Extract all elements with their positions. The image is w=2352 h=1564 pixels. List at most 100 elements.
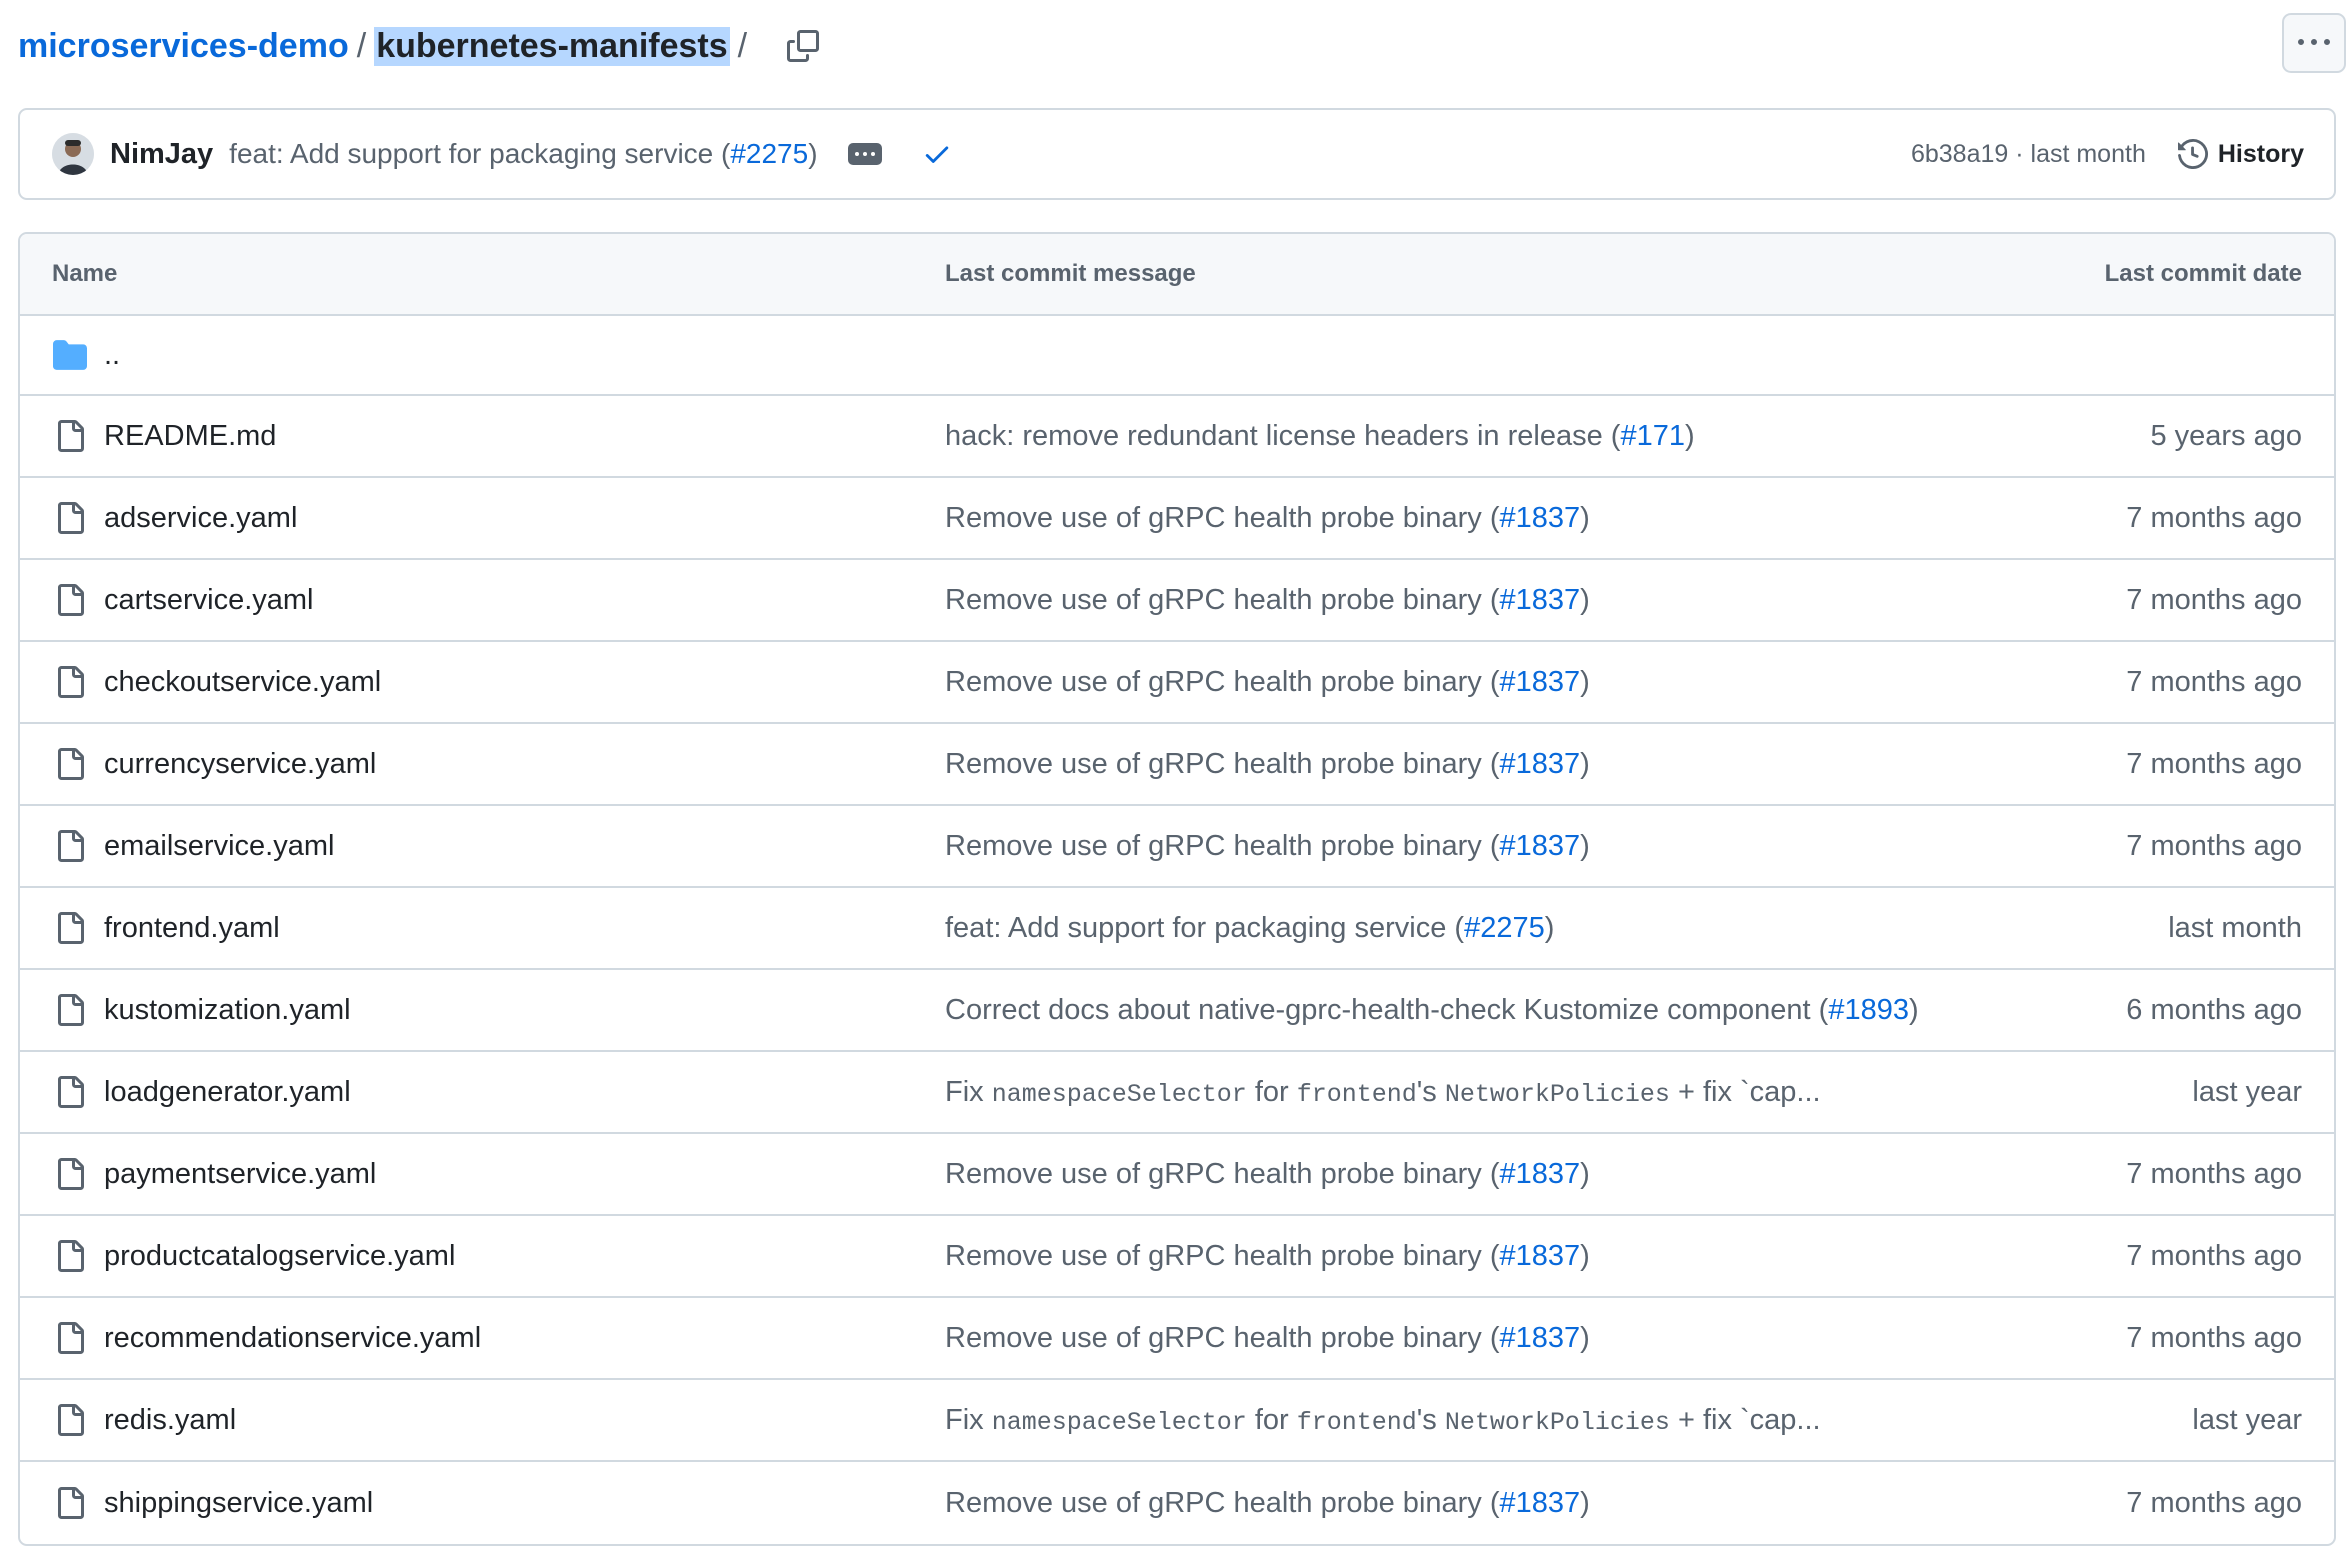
commit-pr-link[interactable]: #1837 [1500,830,1581,862]
header-last-commit-date: Last commit date [2104,260,2302,287]
table-row[interactable]: redis.yaml Fix namespaceSelector for fro… [20,1380,2334,1462]
commit-pr-link[interactable]: #1837 [1500,502,1581,534]
commit-message-text: Fix [945,1403,992,1436]
commit-message-link[interactable]: Remove use of gRPC health probe binary (… [945,1158,2034,1191]
commit-date: 7 months ago [2126,1321,2302,1354]
file-name-link[interactable]: currencyservice.yaml [104,748,376,781]
file-name-link[interactable]: checkoutservice.yaml [104,666,381,699]
commit-status-check[interactable] [922,139,952,169]
table-row[interactable]: adservice.yaml Remove use of gRPC health… [20,478,2334,560]
file-name-link[interactable]: recommendationservice.yaml [104,1322,481,1355]
file-name-link[interactable]: emailservice.yaml [104,830,334,863]
table-header: Name Last commit message Last commit dat… [20,234,2334,316]
commit-pr-link[interactable]: #1837 [1500,1322,1581,1354]
file-icon [52,746,88,782]
commit-message-link[interactable]: Remove use of gRPC health probe binary (… [945,1322,2034,1355]
commit-pr-link[interactable]: #2275 [1464,912,1545,944]
check-icon [925,146,948,163]
commit-pr-link[interactable]: #1837 [1500,666,1581,698]
table-row[interactable]: recommendationservice.yaml Remove use of… [20,1298,2334,1380]
commit-author[interactable]: NimJay [110,138,213,171]
expand-commit-message-button[interactable] [847,143,882,165]
commit-pr-link[interactable]: #171 [1620,420,1685,452]
commit-message-suffix: ) [1580,665,1590,698]
file-name-link[interactable]: README.md [104,420,276,453]
file-table: Name Last commit message Last commit dat… [18,232,2336,1546]
commit-sha-and-time[interactable]: 6b38a19 · last month [1911,140,2146,169]
more-options-button[interactable] [2282,13,2346,73]
commit-message-link[interactable]: Remove use of gRPC health probe binary (… [945,584,2034,617]
file-name-link[interactable]: frontend.yaml [104,912,280,945]
commit-date: 7 months ago [2126,1486,2302,1519]
commit-message-text: Correct docs about native-gprc-health-ch… [945,993,1829,1026]
commit-message-link[interactable]: Remove use of gRPC health probe binary (… [945,1487,2034,1520]
history-button[interactable]: History [2177,139,2304,169]
commit-message-text: + fix `cap... [1669,1403,1821,1436]
commit-message-link[interactable]: Fix namespaceSelector for frontend's Net… [945,1076,2034,1109]
breadcrumb-current-folder: kubernetes-manifests [374,26,730,66]
commit-message-link[interactable]: Correct docs about native-gprc-health-ch… [945,994,2034,1027]
commit-pr-link[interactable]: #1837 [1500,748,1581,780]
commit-pr-link[interactable]: #1837 [1500,1487,1581,1519]
table-row[interactable]: frontend.yaml feat: Add support for pack… [20,888,2334,970]
commit-pr-link[interactable]: #1893 [1828,994,1909,1026]
latest-commit-pr-link[interactable]: #2275 [730,138,808,169]
commit-message-text: 's [1416,1075,1445,1108]
history-clock-icon [2177,139,2208,169]
commit-message-link[interactable]: Remove use of gRPC health probe binary (… [945,666,2034,699]
commit-pr-link[interactable]: #1837 [1500,1240,1581,1272]
table-row[interactable]: kustomization.yaml Correct docs about na… [20,970,2334,1052]
parent-directory-row[interactable]: .. [20,316,2334,396]
commit-message-text: Remove use of gRPC health probe binary ( [945,501,1500,534]
file-name-link[interactable]: loadgenerator.yaml [104,1076,351,1109]
file-name-cell: frontend.yaml [20,910,945,946]
table-row[interactable]: productcatalogservice.yaml Remove use of… [20,1216,2334,1298]
file-icon [52,500,88,536]
table-row[interactable]: README.md hack: remove redundant license… [20,396,2334,478]
commit-meta: 6b38a19 · last month History [1911,139,2304,169]
table-row[interactable]: loadgenerator.yaml Fix namespaceSelector… [20,1052,2334,1134]
commit-date: 7 months ago [2126,501,2302,534]
file-name-link[interactable]: paymentservice.yaml [104,1158,376,1191]
table-row[interactable]: emailservice.yaml Remove use of gRPC hea… [20,806,2334,888]
file-icon [52,1402,88,1438]
commit-message-link[interactable]: feat: Add support for packaging service … [945,912,2034,945]
author-avatar[interactable] [52,133,94,175]
header-name: Name [52,260,118,287]
commit-message-code: NetworkPolicies [1444,1407,1670,1437]
table-row[interactable]: cartservice.yaml Remove use of gRPC heal… [20,560,2334,642]
latest-commit-message[interactable]: feat: Add support for packaging service … [229,138,817,170]
table-row[interactable]: checkoutservice.yaml Remove use of gRPC … [20,642,2334,724]
file-icon [52,582,88,618]
breadcrumb-repo-link[interactable]: microservices-demo [18,27,349,66]
table-row[interactable]: paymentservice.yaml Remove use of gRPC h… [20,1134,2334,1216]
file-name-link[interactable]: shippingservice.yaml [104,1487,373,1520]
commit-pr-link[interactable]: #1837 [1500,1158,1581,1190]
file-name-cell: loadgenerator.yaml [20,1074,945,1110]
latest-commit-message-suffix: ) [808,138,818,169]
copy-path-button[interactable] [781,24,825,68]
commit-message-link[interactable]: Remove use of gRPC health probe binary (… [945,830,2034,863]
commit-message-link[interactable]: Remove use of gRPC health probe binary (… [945,502,2034,535]
commit-message-text: Remove use of gRPC health probe binary ( [945,747,1500,780]
file-name-link[interactable]: cartservice.yaml [104,584,314,617]
commit-message-link[interactable]: Remove use of gRPC health probe binary (… [945,1240,2034,1273]
table-row[interactable]: currencyservice.yaml Remove use of gRPC … [20,724,2334,806]
commit-message-link[interactable]: Remove use of gRPC health probe binary (… [945,748,2034,781]
commit-message-link[interactable]: Fix namespaceSelector for frontend's Net… [945,1404,2034,1437]
file-name-link[interactable]: adservice.yaml [104,502,297,535]
commit-message-suffix: ) [1580,829,1590,862]
file-name-link[interactable]: redis.yaml [104,1404,236,1437]
commit-date: 7 months ago [2126,747,2302,780]
file-icon [52,1238,88,1274]
history-label: History [2217,139,2304,168]
file-name-link[interactable]: productcatalogservice.yaml [104,1240,455,1273]
commit-pr-link[interactable]: #1837 [1500,584,1581,616]
commit-message-code: frontend [1296,1407,1417,1437]
commit-message-text: Remove use of gRPC health probe binary ( [945,665,1500,698]
table-row[interactable]: shippingservice.yaml Remove use of gRPC … [20,1462,2334,1544]
breadcrumb-trailing-separator: / [737,26,748,65]
parent-directory-link[interactable]: .. [104,339,120,372]
commit-message-link[interactable]: hack: remove redundant license headers i… [945,420,2034,453]
file-name-link[interactable]: kustomization.yaml [104,994,351,1027]
